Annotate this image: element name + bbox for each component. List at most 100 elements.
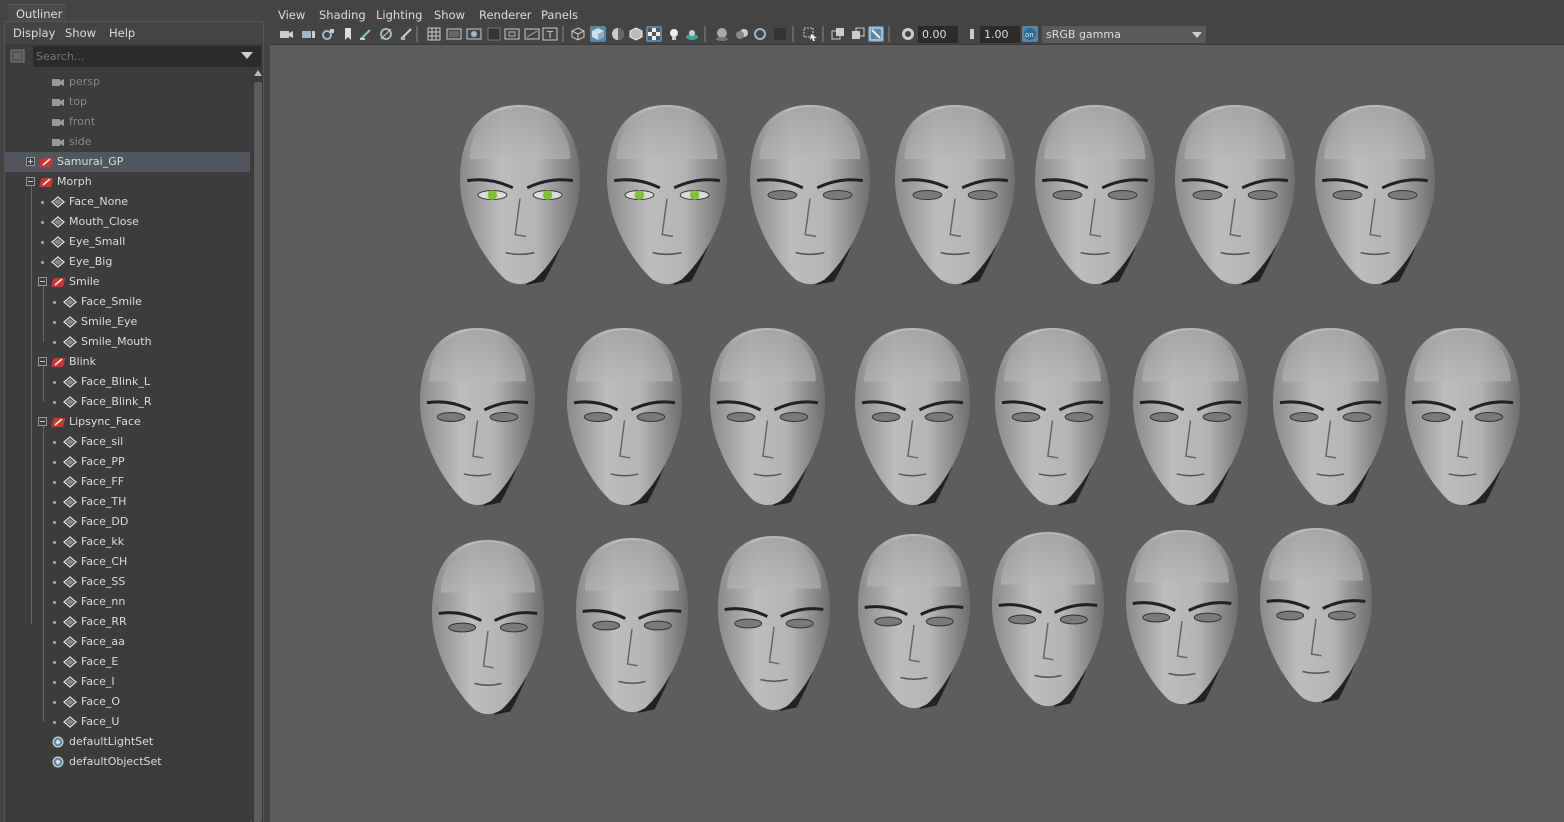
outliner-item[interactable]: Face_nn — [5, 592, 250, 612]
outliner-item[interactable]: Face_aa — [5, 632, 250, 652]
screen-space-ao-icon[interactable] — [714, 26, 730, 42]
outliner-item[interactable]: Face_E — [5, 652, 250, 672]
menu-show[interactable]: Show — [65, 26, 96, 40]
grid-icon[interactable] — [426, 26, 442, 42]
outliner-item[interactable]: Face_DD — [5, 512, 250, 532]
resolution-gate-icon[interactable] — [466, 26, 482, 42]
color-space-dropdown-icon[interactable] — [1192, 32, 1202, 38]
outliner-item[interactable]: Face_None — [5, 192, 250, 212]
image-plane-icon[interactable] — [378, 26, 394, 42]
bookmarks-icon[interactable] — [320, 26, 336, 42]
exposure-icon[interactable] — [900, 26, 916, 42]
collapse-icon[interactable] — [38, 277, 47, 286]
head-mesh[interactable] — [995, 328, 1110, 506]
outliner-item[interactable]: Smile_Eye — [5, 312, 250, 332]
outliner-item[interactable]: Face_SS — [5, 572, 250, 592]
head-mesh[interactable] — [1260, 528, 1372, 703]
gamma-field[interactable]: 1.00 — [980, 26, 1020, 43]
menu-display[interactable]: Display — [13, 26, 55, 40]
shadows-icon[interactable] — [684, 26, 700, 42]
outliner-item[interactable]: Face_CH — [5, 552, 250, 572]
head-mesh[interactable] — [607, 105, 727, 285]
scroll-up-icon[interactable] — [254, 70, 262, 76]
outliner-scrollbar[interactable] — [252, 68, 263, 822]
xray-active-icon[interactable] — [850, 26, 866, 42]
menu-lighting[interactable]: Lighting — [376, 8, 422, 22]
search-input[interactable] — [33, 46, 261, 67]
select-camera-icon[interactable] — [278, 26, 294, 42]
isolate-select-icon[interactable] — [802, 26, 818, 42]
field-chart-icon[interactable] — [504, 26, 520, 42]
smooth-shade-icon[interactable] — [590, 26, 606, 42]
outliner-item[interactable]: top — [5, 92, 250, 112]
anti-aliasing-icon[interactable] — [752, 26, 768, 42]
head-mesh[interactable] — [1126, 530, 1238, 705]
menu-help[interactable]: Help — [109, 26, 135, 40]
search-dropdown-icon[interactable] — [241, 52, 253, 59]
head-mesh[interactable] — [1405, 328, 1520, 506]
head-mesh[interactable] — [710, 328, 825, 506]
menu-view[interactable]: View — [278, 8, 305, 22]
outliner-item[interactable]: Eye_Small — [5, 232, 250, 252]
head-mesh[interactable] — [858, 534, 970, 709]
scroll-thumb[interactable] — [254, 82, 262, 822]
outliner-item[interactable]: Face_Smile — [5, 292, 250, 312]
outliner-item[interactable]: Face_TH — [5, 492, 250, 512]
exposure-field[interactable]: 0.00 — [918, 26, 958, 43]
head-mesh[interactable] — [1133, 328, 1248, 506]
outliner-item[interactable]: front — [5, 112, 250, 132]
motion-blur-icon[interactable] — [734, 26, 750, 42]
xray-icon[interactable] — [830, 26, 846, 42]
collapse-icon[interactable] — [26, 177, 35, 186]
collapse-icon[interactable] — [38, 417, 47, 426]
outliner-item[interactable]: Face_kk — [5, 532, 250, 552]
head-mesh[interactable] — [576, 538, 688, 713]
viewport-canvas[interactable] — [270, 44, 1564, 822]
outliner-item[interactable]: Face_I — [5, 672, 250, 692]
outliner-item[interactable]: Smile_Mouth — [5, 332, 250, 352]
outliner-item[interactable]: Eye_Big — [5, 252, 250, 272]
outliner-item[interactable]: Face_sil — [5, 432, 250, 452]
bookmark-icon[interactable] — [340, 26, 356, 42]
outliner-item[interactable]: Face_Blink_R — [5, 392, 250, 412]
menu-renderer[interactable]: Renderer — [479, 8, 532, 22]
film-gate-icon[interactable] — [446, 26, 462, 42]
expand-icon[interactable] — [26, 157, 35, 166]
head-mesh[interactable] — [420, 328, 535, 506]
head-mesh[interactable] — [855, 328, 970, 506]
outliner-item[interactable]: Blink — [5, 352, 250, 372]
outliner-item[interactable]: defaultObjectSet — [5, 752, 250, 772]
wireframe-on-shaded-icon[interactable] — [628, 26, 644, 42]
head-mesh[interactable] — [432, 540, 544, 715]
camera-attributes-icon[interactable] — [300, 26, 316, 42]
outliner-item[interactable]: Face_PP — [5, 452, 250, 472]
outliner-item[interactable]: Lipsync_Face — [5, 412, 250, 432]
outliner-item[interactable]: Morph — [5, 172, 250, 192]
head-mesh[interactable] — [750, 105, 870, 285]
default-material-icon[interactable] — [610, 26, 626, 42]
2d-pan-zoom-icon[interactable] — [398, 26, 414, 42]
outliner-item[interactable]: Mouth_Close — [5, 212, 250, 232]
menu-panels[interactable]: Panels — [541, 8, 578, 22]
gate-mask-icon[interactable] — [486, 26, 502, 42]
depth-of-field-icon[interactable] — [772, 26, 788, 42]
xray-joints-icon[interactable] — [868, 26, 884, 42]
head-mesh[interactable] — [567, 328, 682, 506]
outliner-item[interactable]: Face_Blink_L — [5, 372, 250, 392]
grease-pencil-icon[interactable] — [358, 26, 374, 42]
outliner-item[interactable]: Face_O — [5, 692, 250, 712]
safe-action-icon[interactable] — [524, 26, 540, 42]
head-mesh[interactable] — [1175, 105, 1295, 285]
outliner-tab[interactable]: Outliner — [8, 4, 66, 22]
use-all-lights-icon[interactable] — [666, 26, 682, 42]
head-mesh[interactable] — [992, 532, 1104, 707]
outliner-item[interactable]: persp — [5, 72, 250, 92]
head-mesh[interactable] — [718, 536, 830, 711]
gamma-icon[interactable] — [962, 26, 978, 42]
search-lock-icon[interactable] — [9, 48, 27, 64]
outliner-item[interactable]: Smile — [5, 272, 250, 292]
outliner-item[interactable]: Samurai_GP — [5, 152, 250, 172]
head-mesh[interactable] — [895, 105, 1015, 285]
menu-show[interactable]: Show — [434, 8, 465, 22]
outliner-item[interactable]: Face_RR — [5, 612, 250, 632]
